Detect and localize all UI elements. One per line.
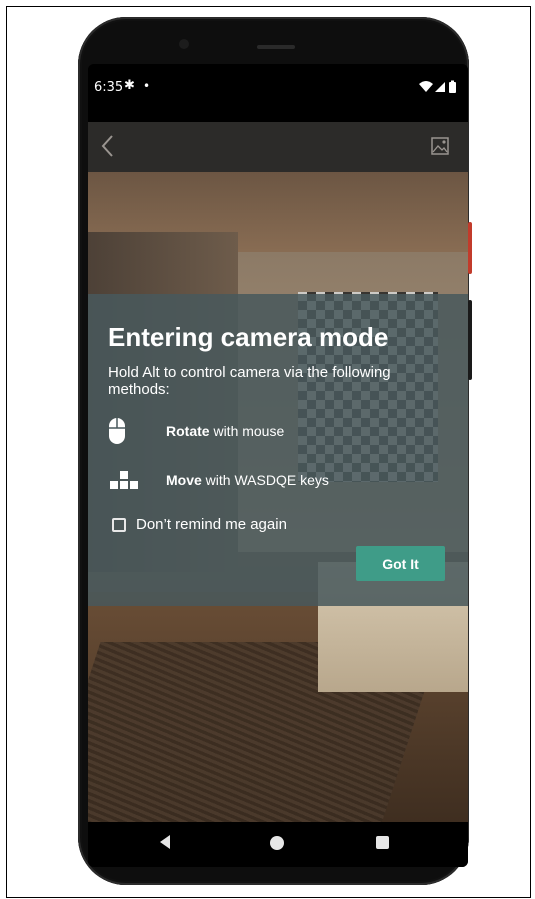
front-camera xyxy=(179,39,189,49)
notification-dot: • xyxy=(143,79,151,93)
method-move: Move with WASDQE keys xyxy=(108,465,329,495)
app-header xyxy=(88,122,468,172)
method-rotate: Rotate with mouse xyxy=(108,416,284,446)
square-recents-icon[interactable] xyxy=(376,836,389,849)
got-it-button[interactable]: Got It xyxy=(356,546,445,581)
phone-screen: 6:35 ✱ • Entering camera mode Hold Alt t… xyxy=(88,64,468,867)
back-button[interactable] xyxy=(100,134,116,162)
image-gallery-icon xyxy=(431,137,449,155)
method-move-bold: Move xyxy=(166,472,202,488)
gallery-button[interactable] xyxy=(430,136,450,160)
system-nav-bar xyxy=(88,822,468,867)
volume-button xyxy=(468,300,472,380)
camera-mode-dialog: Entering camera mode Hold Alt to control… xyxy=(88,294,468,606)
status-bar: 6:35 ✱ • xyxy=(88,64,468,122)
signal-icon xyxy=(435,82,445,92)
battery-icon xyxy=(449,80,456,93)
dont-remind-checkbox[interactable]: Don’t remind me again xyxy=(112,516,287,533)
status-time: 6:35 xyxy=(94,80,124,95)
dialog-title: Entering camera mode xyxy=(108,322,389,352)
triangle-back-icon xyxy=(160,835,170,849)
method-move-rest: with WASDQE keys xyxy=(201,472,329,488)
settings-gear-icon: ✱ xyxy=(124,78,135,93)
wifi-icon xyxy=(419,81,433,92)
keys-icon xyxy=(108,465,146,495)
circle-home-icon[interactable] xyxy=(270,836,284,850)
dont-remind-label: Don’t remind me again xyxy=(136,516,287,533)
status-icons xyxy=(418,79,462,98)
power-button xyxy=(468,222,472,274)
chevron-left-icon xyxy=(101,135,113,157)
mouse-icon xyxy=(108,416,146,446)
earpiece-speaker xyxy=(257,45,295,49)
dialog-description: Hold Alt to control camera via the follo… xyxy=(108,364,391,398)
method-rotate-rest: with mouse xyxy=(209,423,285,439)
checkbox-box[interactable] xyxy=(112,517,126,532)
method-rotate-bold: Rotate xyxy=(166,423,210,439)
nav-back-button[interactable] xyxy=(158,834,172,854)
